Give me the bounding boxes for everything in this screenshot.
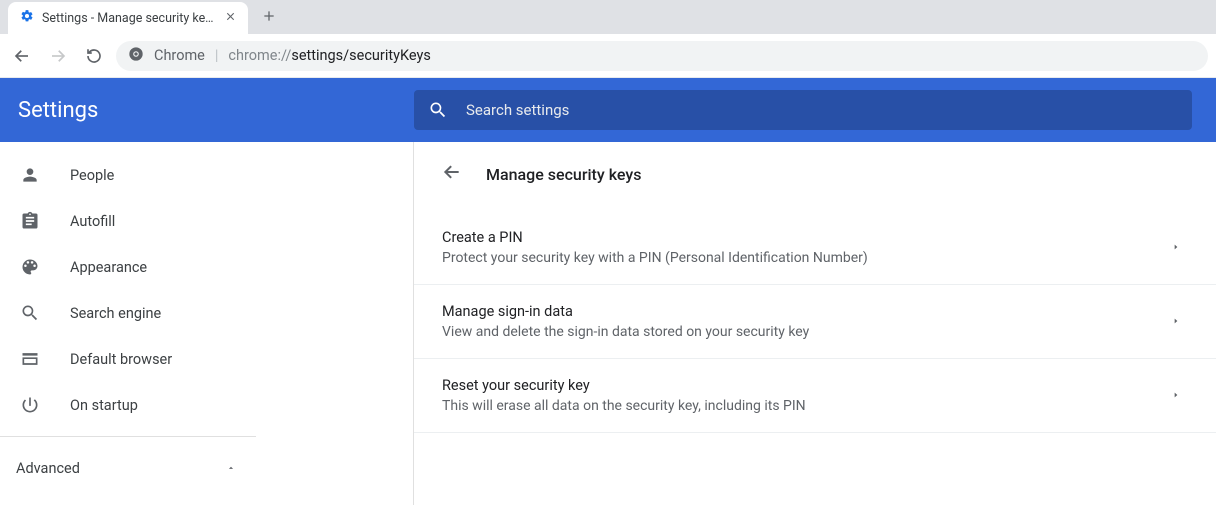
sidebar-item-label: Autofill xyxy=(70,213,115,230)
app-title: Settings xyxy=(16,98,414,123)
sidebar-item-appearance[interactable]: Appearance xyxy=(0,244,413,290)
row-title: Create a PIN xyxy=(442,229,868,246)
sidebar-advanced[interactable]: Advanced xyxy=(0,445,256,491)
page-back-button[interactable] xyxy=(442,162,462,186)
row-reset-security-key[interactable]: Reset your security key This will erase … xyxy=(414,359,1216,433)
sidebar-item-label: Default browser xyxy=(70,351,172,368)
new-tab-button[interactable] xyxy=(262,7,276,28)
sidebar-item-label: On startup xyxy=(70,397,138,414)
sidebar-advanced-label: Advanced xyxy=(16,460,80,477)
sidebar-item-default-browser[interactable]: Default browser xyxy=(0,336,413,382)
row-subtitle: Protect your security key with a PIN (Pe… xyxy=(442,250,868,266)
chevron-right-icon xyxy=(1172,386,1180,405)
forward-button[interactable] xyxy=(44,42,72,70)
row-manage-signin-data[interactable]: Manage sign-in data View and delete the … xyxy=(414,285,1216,359)
sidebar-item-people[interactable]: People xyxy=(0,152,413,198)
content-area: Manage security keys Create a PIN Protec… xyxy=(414,142,1216,505)
row-subtitle: This will erase all data on the security… xyxy=(442,398,806,414)
clipboard-icon xyxy=(20,211,40,231)
browser-tabstrip: Settings - Manage security keys xyxy=(0,0,1216,34)
omnibox-url: chrome://settings/securityKeys xyxy=(228,47,430,64)
palette-icon xyxy=(20,257,40,277)
reload-button[interactable] xyxy=(80,42,108,70)
row-title: Reset your security key xyxy=(442,377,806,394)
search-settings[interactable] xyxy=(414,90,1192,130)
row-create-pin[interactable]: Create a PIN Protect your security key w… xyxy=(414,210,1216,285)
sidebar-separator xyxy=(0,436,256,437)
person-icon xyxy=(20,165,40,185)
browser-tab[interactable]: Settings - Manage security keys xyxy=(8,2,248,34)
omnibox-separator: | xyxy=(215,47,219,64)
row-title: Manage sign-in data xyxy=(442,303,809,320)
browser-icon xyxy=(20,349,40,369)
omnibox-label: Chrome xyxy=(154,47,205,64)
sidebar-item-search-engine[interactable]: Search engine xyxy=(0,290,413,336)
sidebar: People Autofill Appearance Search engine… xyxy=(0,142,414,505)
search-input[interactable] xyxy=(466,101,1178,119)
close-icon[interactable] xyxy=(225,10,236,26)
search-icon xyxy=(428,100,448,120)
app-header: Settings xyxy=(0,78,1216,142)
search-icon xyxy=(20,303,40,323)
power-icon xyxy=(20,395,40,415)
browser-toolbar: Chrome | chrome://settings/securityKeys xyxy=(0,34,1216,78)
back-button[interactable] xyxy=(8,42,36,70)
sidebar-item-autofill[interactable]: Autofill xyxy=(0,198,413,244)
chevron-right-icon xyxy=(1172,238,1180,257)
sidebar-item-label: Appearance xyxy=(70,259,147,276)
tab-title: Settings - Manage security keys xyxy=(42,11,217,26)
gear-icon xyxy=(20,9,34,27)
sidebar-item-label: People xyxy=(70,167,114,184)
omnibox[interactable]: Chrome | chrome://settings/securityKeys xyxy=(116,41,1208,71)
page-title: Manage security keys xyxy=(486,165,641,184)
row-subtitle: View and delete the sign-in data stored … xyxy=(442,324,809,340)
chevron-right-icon xyxy=(1172,312,1180,331)
chrome-icon xyxy=(128,46,144,66)
chevron-up-icon xyxy=(226,460,236,477)
sidebar-item-on-startup[interactable]: On startup xyxy=(0,382,413,428)
sidebar-item-label: Search engine xyxy=(70,305,161,322)
